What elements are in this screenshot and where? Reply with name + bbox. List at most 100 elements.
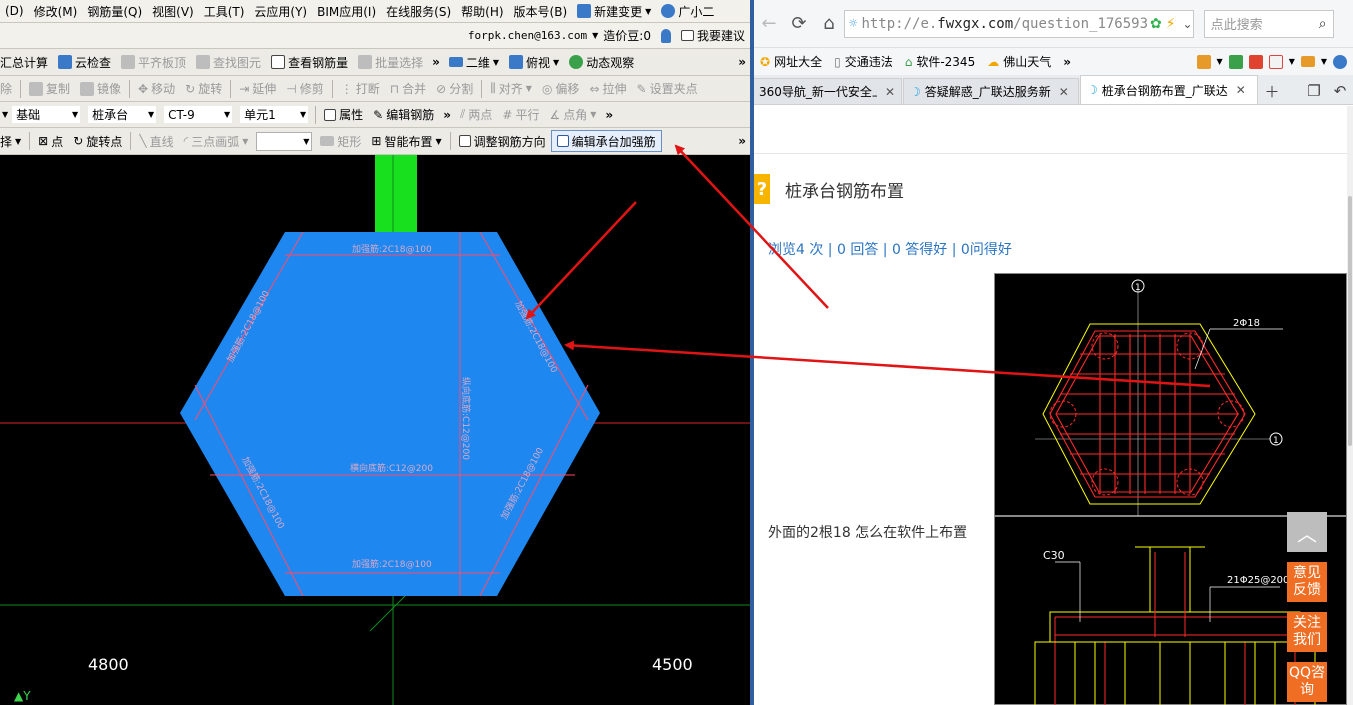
close-icon[interactable]: ✕	[1059, 85, 1069, 99]
tab-list-icon[interactable]: ❐	[1301, 78, 1327, 104]
more-icon[interactable]: »	[428, 55, 444, 69]
cloud-check-button[interactable]: 云检查	[53, 51, 116, 73]
url-dropdown-icon[interactable]: ⌄	[1178, 9, 1198, 39]
category-select[interactable]: 基础 ▼	[11, 105, 82, 124]
edit-rebar-button[interactable]: ✎ 编辑钢筋	[368, 104, 439, 126]
view-mode-dropdown[interactable]: 俯视 ▼	[504, 51, 564, 73]
adjust-direction-button[interactable]: 调整钢筋方向	[454, 130, 551, 152]
menu-help[interactable]: 帮助(H)	[456, 0, 508, 22]
point-angle-dropdown[interactable]: ∡ 点角 ▼	[544, 104, 601, 126]
bookmark-2[interactable]: ⌂ 软件-2345	[899, 53, 982, 70]
back-icon[interactable]: ←	[754, 9, 784, 39]
scrollbar-thumb[interactable]	[1348, 196, 1352, 446]
new-change-button[interactable]: 新建变更 ▼	[572, 0, 656, 22]
view-2d-dropdown[interactable]: 二维 ▼	[444, 51, 504, 73]
close-icon[interactable]: ✕	[885, 85, 895, 99]
type-select[interactable]: 桩承台 ▼	[87, 105, 158, 124]
menu-tools[interactable]: 工具(T)	[199, 0, 250, 22]
account-email[interactable]: forpk.chen@163.com	[463, 23, 592, 48]
cad-image-plan[interactable]: 1 1 2Φ18	[994, 273, 1347, 517]
follow-button[interactable]: 关注我们	[1287, 612, 1327, 652]
tab-answer[interactable]: ☽ 答疑解惑_广联达服务新 ✕	[903, 78, 1079, 104]
new-tab-icon[interactable]: ＋	[1259, 78, 1285, 104]
offset-button[interactable]: ◎ 偏移	[537, 78, 585, 100]
select-dropdown[interactable]: 择 ▼	[0, 130, 26, 152]
more-icon[interactable]: »	[439, 108, 455, 122]
question-stats[interactable]: 浏览4 次 | 0 回答 | 0 答得好 | 0问得好	[768, 239, 1012, 259]
menu-bim[interactable]: BIM应用(I)	[312, 0, 381, 22]
delete-button[interactable]: 除	[0, 78, 17, 100]
trim-button[interactable]: ⊣ 修剪	[281, 78, 328, 100]
calendar-icon[interactable]	[1248, 54, 1263, 69]
dynamic-view-button[interactable]: 动态观察	[564, 51, 639, 73]
bookmark-3[interactable]: ☁ 佛山天气	[981, 53, 1057, 70]
flat-top-button[interactable]: 平齐板顶	[116, 51, 191, 73]
book-icon[interactable]	[1228, 54, 1243, 69]
reload-icon[interactable]: ⟳	[784, 9, 814, 39]
feedback-button[interactable]: 意见反馈	[1287, 562, 1327, 602]
menu-view[interactable]: 视图(V)	[147, 0, 199, 22]
break-button[interactable]: ⋮ 打断	[336, 78, 385, 100]
drawing-canvas[interactable]: 加强筋:2C18@100 加强筋:2C18@100 横向底筋:C12@200 加…	[0, 155, 750, 705]
two-points-button[interactable]: ⫽ 两点	[455, 104, 497, 126]
chevron-down-icon[interactable]: ▼	[0, 110, 8, 119]
parallel-button[interactable]: # 平行	[497, 104, 544, 126]
arc-param-select[interactable]: ▼	[256, 131, 313, 151]
pile-cap-hexagon[interactable]	[180, 232, 600, 596]
bookmark-1[interactable]: ▯ 交通违法	[828, 53, 899, 70]
more-icon[interactable]: »	[734, 134, 750, 148]
mail-icon[interactable]	[1300, 56, 1315, 67]
element-select[interactable]: CT-9 ▼	[163, 105, 234, 124]
user-menu[interactable]: 广小二	[656, 0, 719, 22]
edit-cap-rebar-button[interactable]: 编辑承台加强筋	[550, 130, 662, 152]
bookmark-0[interactable]: ✪ 网址大全	[754, 53, 828, 70]
move-button[interactable]: ✥ 移动	[133, 78, 180, 100]
calc-summary-button[interactable]: 汇总计算	[0, 51, 53, 73]
bell-icon[interactable]	[656, 23, 676, 48]
set-point-button[interactable]: ✎ 设置夹点	[632, 78, 703, 100]
unit-select[interactable]: 单元1 ▼	[239, 105, 310, 124]
line-button[interactable]: ╲ 直线	[134, 130, 178, 152]
extend-button[interactable]: ⇥ 延伸	[234, 78, 281, 100]
column[interactable]	[375, 155, 417, 232]
batch-select-button[interactable]: 批量选择	[353, 51, 428, 73]
search-input[interactable]: 点此搜索 ⌕	[1203, 9, 1334, 38]
security-icon[interactable]: ✿	[1148, 15, 1164, 32]
back-to-top-button[interactable]: ︿	[1287, 512, 1327, 552]
point-button[interactable]: ⊠ 点	[33, 130, 68, 152]
globe-icon[interactable]	[1333, 54, 1347, 69]
rotate-point-button[interactable]: ↻ 旋转点	[68, 130, 127, 152]
copy-button[interactable]: 复制	[24, 78, 75, 100]
split-button[interactable]: ⊘ 分割	[431, 78, 478, 100]
merge-button[interactable]: ⊓ 合并	[385, 78, 431, 100]
find-element-button[interactable]: 查找图元	[191, 51, 266, 73]
tab-360[interactable]: 360导航_新一代安全上网 ✕	[754, 78, 902, 104]
menu-modify[interactable]: 修改(M)	[29, 0, 83, 22]
menu-rebar-qty[interactable]: 钢筋量(Q)	[82, 0, 147, 22]
more-icon[interactable]: »	[734, 55, 750, 69]
tab-question[interactable]: ☽ 桩承台钢筋布置_广联达 ✕	[1080, 75, 1258, 104]
stretch-button[interactable]: ⇔ 拉伸	[584, 78, 631, 100]
more-icon[interactable]: »	[601, 108, 617, 122]
menu-draw[interactable]: (D)	[0, 0, 29, 22]
arc-dropdown[interactable]: ◜ 三点画弧 ▼	[179, 130, 254, 152]
scrollbar[interactable]	[1347, 106, 1353, 705]
undo-close-icon[interactable]: ↶	[1327, 78, 1353, 104]
rect-button[interactable]: 矩形	[315, 130, 366, 152]
view-rebar-button[interactable]: 查看钢筋量	[266, 51, 353, 73]
more-bookmarks-icon[interactable]: »	[1057, 55, 1077, 69]
search-icon[interactable]: ⌕	[1319, 16, 1327, 32]
chevron-down-icon[interactable]: ▼	[1321, 57, 1327, 66]
pdf-icon[interactable]	[1268, 54, 1283, 69]
rotate-button[interactable]: ↻ 旋转	[180, 78, 227, 100]
apps-icon[interactable]	[1196, 54, 1211, 69]
smart-layout-dropdown[interactable]: ⊞ 智能布置 ▼	[366, 130, 446, 152]
properties-button[interactable]: 属性	[319, 104, 368, 126]
lightning-icon[interactable]: ⚡	[1163, 15, 1178, 32]
menu-version[interactable]: 版本号(B)	[509, 0, 573, 22]
menu-cloud[interactable]: 云应用(Y)	[249, 0, 312, 22]
close-icon[interactable]: ✕	[1236, 83, 1246, 97]
address-bar[interactable]: ☼ http://e. fwxgx.com/question_176593	[844, 9, 1194, 38]
mirror-button[interactable]: 镜像	[75, 78, 126, 100]
suggest-button[interactable]: 我要建议	[676, 23, 750, 48]
